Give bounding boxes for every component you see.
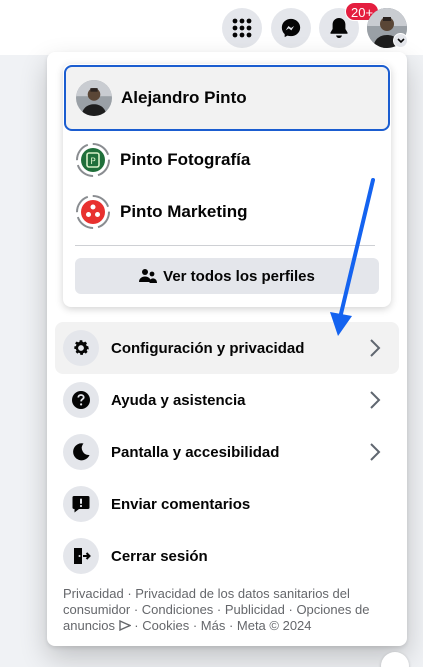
account-dropdown-menu: Alejandro Pinto P Pinto Fotografía Pinto…: [47, 52, 407, 646]
account-menu-caret[interactable]: [393, 33, 408, 48]
see-all-profiles-button[interactable]: Ver todos los perfiles: [75, 258, 379, 294]
menu-item-log-out[interactable]: Cerrar sesión: [55, 530, 399, 582]
footer-link-terms[interactable]: Condiciones: [142, 602, 214, 617]
footer-link-advertising[interactable]: Publicidad: [225, 602, 285, 617]
separator: ·: [225, 618, 237, 633]
separator: ·: [189, 618, 201, 633]
footer-link-cookies[interactable]: Cookies: [142, 618, 189, 633]
menu-item-label: Ayuda y asistencia: [111, 391, 246, 409]
menu-item-settings-privacy[interactable]: Configuración y privacidad: [55, 322, 399, 374]
menu-item-label: Enviar comentarios: [111, 495, 251, 513]
footer-copyright: Meta © 2024: [236, 618, 312, 633]
footer-link-more[interactable]: Más: [201, 618, 226, 633]
feedback-icon: [63, 486, 99, 522]
menu-item-label: Pantalla y accesibilidad: [111, 443, 280, 461]
profile-item-pinto-marketing[interactable]: Pinto Marketing: [63, 186, 391, 238]
separator: ·: [130, 602, 142, 617]
chevron-right-icon: [363, 336, 387, 360]
help-icon: [63, 382, 99, 418]
moon-icon: [63, 434, 99, 470]
menu-item-display-accessibility[interactable]: Pantalla y accesibilidad: [55, 426, 399, 478]
top-navigation-bar: 20+: [0, 0, 423, 55]
separator: ·: [130, 618, 143, 633]
page-avatar-icon: P: [75, 142, 111, 178]
svg-text:P: P: [90, 157, 96, 167]
menu-item-label: Configuración y privacidad: [111, 339, 305, 357]
apps-grid-icon: [232, 18, 252, 38]
profile-item-pinto-fotografia[interactable]: P Pinto Fotografía: [63, 134, 391, 186]
separator: ·: [284, 602, 297, 617]
messenger-button[interactable]: [271, 8, 311, 48]
profiles-icon: [139, 268, 158, 284]
menu-item-help-support[interactable]: Ayuda y asistencia: [55, 374, 399, 426]
profile-name: Alejandro Pinto: [121, 88, 247, 107]
gear-icon: [63, 330, 99, 366]
menu-button[interactable]: [222, 8, 262, 48]
chevron-down-icon: [396, 37, 405, 43]
avatar: [76, 80, 112, 116]
profile-name: Pinto Marketing: [120, 202, 248, 221]
bell-icon: [330, 18, 348, 38]
ad-choices-icon: [118, 619, 132, 632]
footer-links: Privacidad · Privacidad de los datos san…: [63, 586, 393, 634]
divider: [75, 245, 375, 246]
chevron-right-icon: [363, 440, 387, 464]
chevron-right-icon: [363, 388, 387, 412]
profiles-card: Alejandro Pinto P Pinto Fotografía Pinto…: [63, 64, 391, 307]
separator: ·: [123, 586, 136, 601]
profile-item-selected[interactable]: Alejandro Pinto: [64, 65, 390, 131]
footer-link-privacy[interactable]: Privacidad: [63, 586, 124, 601]
messenger-icon: [281, 18, 301, 38]
separator: ·: [213, 602, 225, 617]
page-avatar-icon: [75, 194, 111, 230]
menu-item-label: Cerrar sesión: [111, 547, 208, 565]
scroll-button[interactable]: [381, 652, 409, 667]
profile-name: Pinto Fotografía: [120, 150, 251, 169]
menu-item-send-feedback[interactable]: Enviar comentarios: [55, 478, 399, 530]
logout-icon: [63, 538, 99, 574]
see-all-profiles-label: Ver todos los perfiles: [163, 267, 315, 285]
